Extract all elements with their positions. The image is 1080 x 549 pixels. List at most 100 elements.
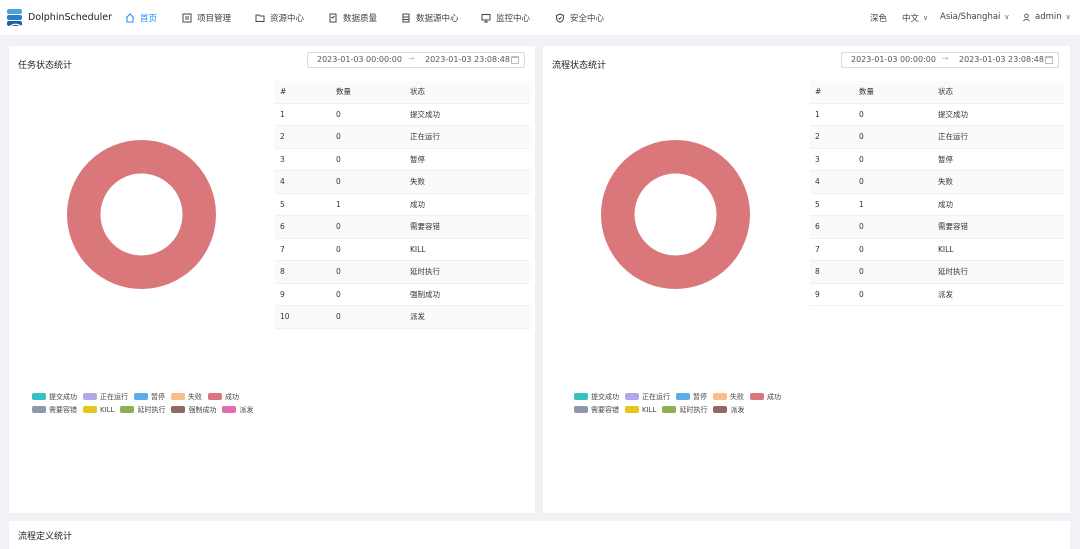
table-row: 9 0 派发 <box>810 283 1064 306</box>
legend-swatch <box>208 393 222 400</box>
legend-swatch <box>222 406 237 413</box>
dolphin-logo-icon[interactable] <box>6 7 24 29</box>
language-select[interactable]: 中文 ∨ <box>902 12 928 24</box>
legend-item[interactable]: 提交成功 <box>574 392 619 402</box>
legend-item[interactable]: 延时执行 <box>662 405 707 415</box>
row-index: 5 <box>275 193 331 216</box>
process-date-range-picker[interactable]: 2023-01-03 00:00:00 → 2023-01-03 23:08:4… <box>841 52 1059 68</box>
row-index: 7 <box>275 238 331 261</box>
nav-data-quality[interactable]: 数据质量 <box>328 12 377 24</box>
table-row: 9 0 强制成功 <box>275 283 530 306</box>
row-count: 0 <box>854 238 933 261</box>
legend-item[interactable]: 失败 <box>713 392 744 402</box>
legend-label: 暂停 <box>151 392 165 401</box>
task-status-table: # 数量 状态 1 0 提交成功 2 0 正在运行 3 0 暂停 4 0 失败 5 1 成功 6 0 需要容错 7 0… <box>275 81 530 329</box>
legend-item[interactable]: 失败 <box>171 392 202 402</box>
legend-swatch <box>134 393 148 400</box>
row-count: 0 <box>331 238 405 261</box>
nav-monitor-label: 监控中心 <box>496 14 531 24</box>
legend-item[interactable]: 需要容错 <box>32 405 77 415</box>
donut-segment-success[interactable] <box>601 140 750 289</box>
task-date-range-picker[interactable]: 2023-01-03 00:00:00 → 2023-01-03 23:08:4… <box>307 52 525 68</box>
row-index: 1 <box>275 103 331 126</box>
legend-item[interactable]: 正在运行 <box>83 392 128 402</box>
nav-resources[interactable]: 资源中心 <box>255 12 304 24</box>
table-row: 8 0 延时执行 <box>275 260 530 284</box>
legend-swatch <box>713 406 728 413</box>
row-count: 1 <box>854 193 933 216</box>
legend-item[interactable]: 正在运行 <box>625 392 670 402</box>
table-row: 10 0 派发 <box>275 305 530 329</box>
legend-swatch <box>32 406 46 413</box>
row-status: 暂停 <box>933 148 1064 171</box>
legend-item[interactable]: KILL <box>625 406 656 414</box>
row-status: 提交成功 <box>405 103 530 126</box>
legend-label: 需要容错 <box>591 405 619 414</box>
legend-item[interactable]: 延时执行 <box>120 405 165 415</box>
legend-label: 延时执行 <box>137 405 166 414</box>
legend-label: 成功 <box>767 392 781 401</box>
row-count: 0 <box>854 283 933 306</box>
row-status: KILL <box>933 238 1064 261</box>
legend-item[interactable]: 需要容错 <box>574 405 619 415</box>
process-status-card: 流程状态统计 2023-01-03 00:00:00 → 2023-01-03 … <box>543 46 1070 513</box>
legend-item[interactable]: 暂停 <box>676 392 707 402</box>
legend-label: 延时执行 <box>679 405 708 414</box>
legend-swatch <box>120 406 135 413</box>
table-header-row: # 数量 状态 <box>275 81 530 104</box>
nav-home-label: 首页 <box>140 14 158 24</box>
legend-swatch <box>750 393 764 400</box>
nav-projects[interactable]: 项目管理 <box>182 12 231 24</box>
row-status: 失败 <box>405 170 530 194</box>
legend-swatch <box>574 406 588 413</box>
row-count: 0 <box>331 260 405 284</box>
legend-item[interactable]: 成功 <box>750 392 781 402</box>
legend-item[interactable]: KILL <box>83 406 114 414</box>
table-row: 1 0 提交成功 <box>275 103 530 126</box>
nav-security[interactable]: 安全中心 <box>555 12 604 24</box>
nav-datasource[interactable]: 数据源中心 <box>401 12 459 24</box>
row-count: 0 <box>854 103 933 126</box>
table-row: 4 0 失败 <box>275 170 530 194</box>
legend-swatch <box>574 393 588 400</box>
row-status: 派发 <box>933 283 1064 306</box>
table-row: 8 0 延时执行 <box>810 260 1064 284</box>
legend-item[interactable]: 派发 <box>713 405 744 415</box>
arrow-right-icon: → <box>942 54 949 63</box>
col-count: 数量 <box>331 81 405 104</box>
legend-label: 暂停 <box>693 392 707 401</box>
legend-item[interactable]: 成功 <box>208 392 239 402</box>
legend-item[interactable]: 强制成功 <box>171 405 216 415</box>
nav-monitor[interactable]: 监控中心 <box>481 12 530 24</box>
legend-swatch <box>625 406 639 413</box>
table-row: 5 1 成功 <box>810 193 1064 216</box>
timezone-select[interactable]: Asia/Shanghai ∨ <box>940 12 1010 22</box>
legend-label: 正在运行 <box>100 392 128 401</box>
table-row: 4 0 失败 <box>810 170 1064 194</box>
nav-home[interactable]: 首页 <box>125 12 157 24</box>
row-status: 正在运行 <box>405 125 530 149</box>
row-index: 3 <box>275 148 331 171</box>
legend-item[interactable]: 暂停 <box>134 392 165 402</box>
row-count: 0 <box>331 148 405 171</box>
row-status: 正在运行 <box>933 125 1064 149</box>
nav-data-quality-label: 数据质量 <box>343 14 378 24</box>
table-row: 6 0 需要容错 <box>275 215 530 239</box>
legend-swatch <box>171 393 185 400</box>
theme-toggle[interactable]: 深色 <box>870 12 887 24</box>
nav-projects-label: 项目管理 <box>197 14 232 24</box>
row-status: 需要容错 <box>405 215 530 239</box>
donut-segment-success[interactable] <box>67 140 216 289</box>
row-status: 成功 <box>405 193 530 216</box>
language-label: 中文 <box>902 14 920 24</box>
legend-label: 强制成功 <box>188 405 217 414</box>
legend-item[interactable]: 提交成功 <box>32 392 77 402</box>
user-menu[interactable]: admin ∨ <box>1022 12 1071 22</box>
legend-label: 提交成功 <box>591 392 619 401</box>
theme-label: 深色 <box>870 14 888 24</box>
legend-item[interactable]: 派发 <box>222 405 253 415</box>
col-index: # <box>810 81 854 104</box>
row-index: 4 <box>810 170 854 194</box>
brand-name[interactable]: DolphinScheduler <box>28 12 112 23</box>
row-status: 派发 <box>405 305 530 329</box>
